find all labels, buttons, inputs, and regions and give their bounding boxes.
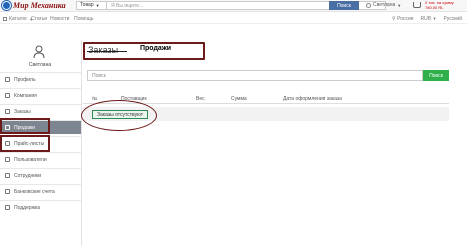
chevron-down-icon: ▼ (432, 16, 437, 21)
users-icon (5, 157, 10, 162)
region-select[interactable]: ⚲ Россия (392, 16, 413, 22)
user-menu[interactable]: Светлана ▼ (366, 2, 401, 8)
logo[interactable]: Мир Механика (2, 0, 66, 11)
chat-icon (5, 205, 10, 210)
category-select-label: Товар (80, 2, 94, 8)
sidebar-item-company[interactable]: Компания (0, 88, 81, 102)
nav-news[interactable]: Новости (50, 16, 69, 22)
currency-label: RUB (420, 16, 432, 22)
sidebar: Светлана Профиль Компания Заказы Продажи… (0, 40, 82, 246)
cart-icon (413, 2, 421, 8)
sidebar-item-label: Пользователи (14, 156, 47, 163)
column-number: № (92, 96, 98, 102)
logo-icon (2, 1, 11, 10)
tab-orders-label: Заказы (88, 45, 119, 55)
region-label: Россия (397, 16, 414, 22)
user-menu-name: Светлана (373, 2, 396, 8)
filter-input[interactable] (87, 70, 423, 81)
sidebar-item-profile[interactable]: Профиль (0, 72, 81, 86)
nav-help[interactable]: Помощь (74, 16, 93, 22)
sidebar-item-bank-accounts[interactable]: Банковские счета (0, 184, 81, 198)
id-card-icon (5, 173, 10, 178)
nav-catalog-label: Каталог (9, 16, 28, 22)
chevron-down-icon: ▼ (95, 3, 100, 8)
sidebar-item-label: Заказы (14, 108, 31, 115)
nav-bar: Каталог ▼ Статьи Новости Помощь ⚲ Россия… (0, 13, 467, 24)
tab-orders[interactable]: Заказы (87, 45, 127, 55)
nav-settings: ⚲ Россия RUB ▼ Русский (392, 16, 462, 22)
avatar-icon (33, 45, 45, 59)
category-select[interactable]: Товар ▼ (76, 1, 107, 10)
highlight-frame-price-lists (0, 135, 50, 152)
chevron-down-icon: ▼ (397, 2, 402, 8)
currency-select[interactable]: RUB ▼ (421, 16, 437, 22)
main-content: Заказы Продажи Поиск № Поставщик Вес Сум… (81, 40, 467, 246)
tab-sales[interactable]: Продажи (140, 45, 171, 52)
nav-articles[interactable]: Статьи (31, 16, 47, 22)
sidebar-item-employees[interactable]: Сотрудники (0, 168, 81, 182)
sidebar-item-support[interactable]: Поддержка (0, 200, 81, 214)
box-icon (5, 109, 10, 114)
column-weight: Вес (196, 96, 205, 102)
grid-icon (3, 17, 7, 21)
logo-text: Мир Механика (13, 1, 66, 10)
column-order-date: Дата оформления заказа (283, 96, 342, 102)
search-button[interactable]: Поиск (329, 1, 359, 10)
location-icon: ⚲ (392, 16, 396, 22)
sidebar-item-label: Профиль (14, 76, 36, 83)
sidebar-item-orders[interactable]: Заказы (0, 104, 81, 118)
bank-icon (5, 189, 10, 194)
nav-catalog[interactable]: Каталог ▼ (3, 16, 33, 22)
highlight-ellipse-empty (81, 100, 157, 131)
language-select[interactable]: Русский (443, 16, 462, 22)
user-icon (366, 2, 371, 8)
filter-button[interactable]: Поиск (423, 70, 449, 81)
highlight-frame-sales (0, 118, 50, 134)
top-bar: Мир Механика Товар ▼ Поиск Светлана ▼ 0 … (0, 0, 467, 12)
user-icon (5, 77, 10, 82)
sidebar-item-label: Банковские счета (14, 188, 55, 195)
column-sum: Сумма (231, 96, 247, 102)
building-icon (5, 93, 10, 98)
sidebar-item-label: Поддержка (14, 204, 41, 211)
sidebar-item-label: Компания (14, 92, 37, 99)
cart-sum: 780.00 RL (425, 5, 444, 10)
sidebar-item-label: Сотрудники (14, 172, 42, 179)
strike-line (87, 51, 127, 52)
sidebar-user-name: Светлана (28, 62, 52, 68)
sidebar-item-users[interactable]: Пользователи (0, 152, 81, 166)
cart[interactable]: 0 тов. на сумму 780.00 RL (411, 0, 467, 11)
